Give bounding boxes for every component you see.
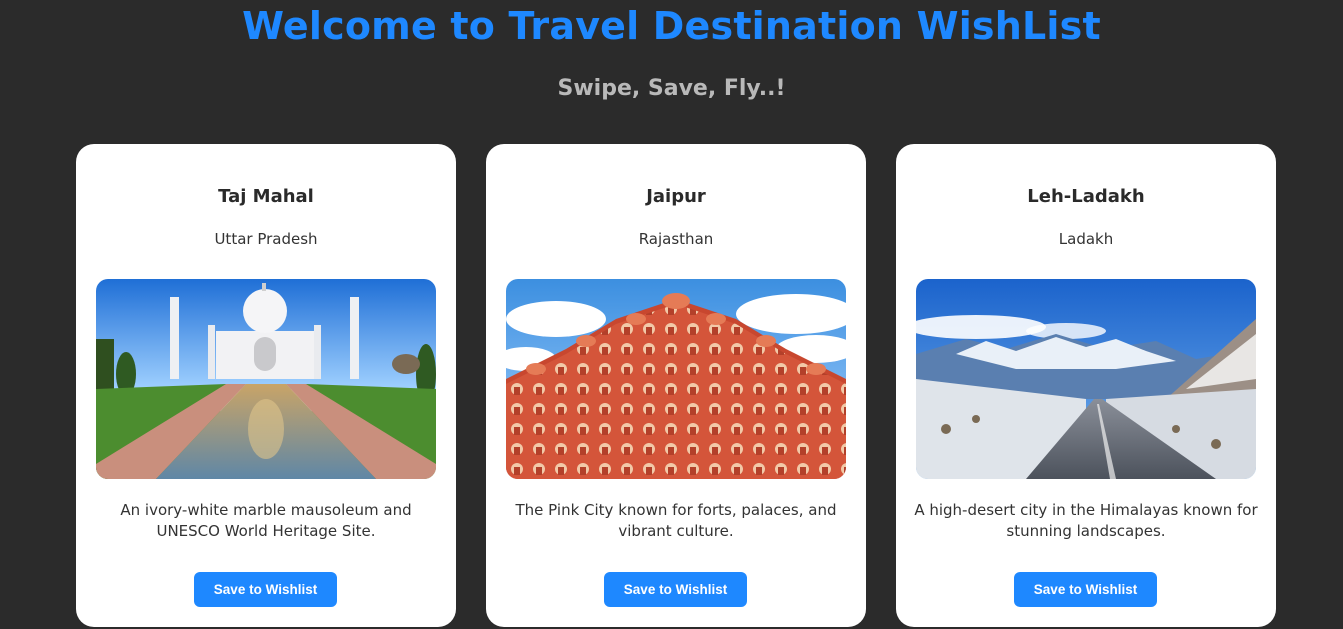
- destination-state: Uttar Pradesh: [214, 230, 318, 248]
- ladakh-road-image: [916, 279, 1256, 479]
- destination-name: Taj Mahal: [218, 186, 314, 207]
- destination-name: Jaipur: [646, 186, 706, 207]
- save-to-wishlist-button[interactable]: Save to Wishlist: [604, 572, 747, 607]
- destination-card-jaipur: Jaipur Rajasthan The Pink City known for…: [486, 144, 866, 627]
- destination-cards: Taj Mahal Uttar Pradesh An ivory-white m…: [76, 144, 1276, 627]
- page-subtitle: Swipe, Save, Fly..!: [557, 76, 786, 101]
- destination-card-taj-mahal: Taj Mahal Uttar Pradesh An ivory-white m…: [76, 144, 456, 627]
- destination-card-leh-ladakh: Leh-Ladakh Ladakh A high-desert city in …: [896, 144, 1276, 627]
- hawa-mahal-image: [506, 279, 846, 479]
- save-to-wishlist-button[interactable]: Save to Wishlist: [1014, 572, 1157, 607]
- destination-state: Ladakh: [1058, 230, 1114, 248]
- destination-state: Rajasthan: [638, 230, 714, 248]
- page-title: Welcome to Travel Destination WishList: [242, 4, 1101, 48]
- destination-description: A high-desert city in the Himalayas know…: [914, 501, 1258, 540]
- destination-description: An ivory-white marble mausoleum and UNES…: [120, 501, 412, 540]
- save-to-wishlist-button[interactable]: Save to Wishlist: [194, 572, 337, 607]
- destination-name: Leh-Ladakh: [1027, 186, 1145, 207]
- taj-mahal-image: [96, 279, 436, 479]
- destination-description: The Pink City known for forts, palaces, …: [515, 501, 837, 540]
